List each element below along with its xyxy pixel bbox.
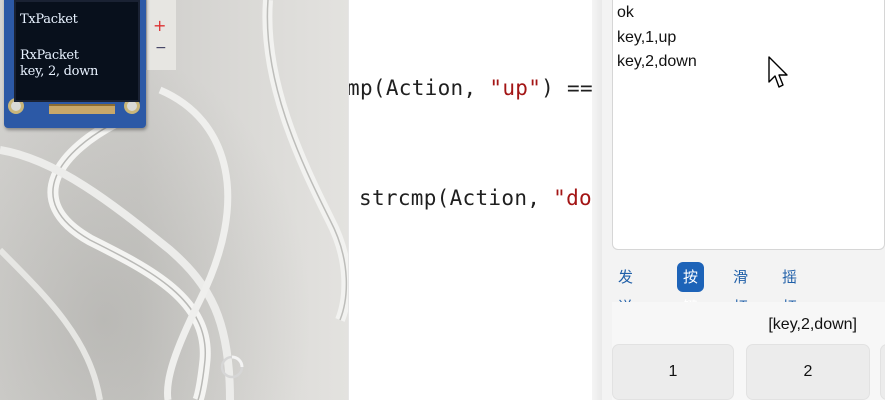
- code-text: mp(Action,: [348, 76, 490, 100]
- oled-screen: TxPacket RxPacket key, 2, down: [14, 0, 140, 102]
- code-line-up: mp(Action, "up") ==: [348, 76, 593, 100]
- receive-area[interactable]: ok key,1,up key,2,down: [612, 0, 885, 250]
- oled-line-rx: RxPacket: [20, 48, 79, 63]
- oled-flex-strip: [49, 104, 115, 114]
- oled-line-data: key, 2, down: [20, 64, 99, 79]
- code-string: "do: [553, 186, 592, 210]
- serial-assistant-panel: ok key,1,up key,2,down 发送区 按键 滑杆 摇杆 [key…: [602, 0, 885, 400]
- code-editor[interactable]: mp(Action, "up") == strcmp(Action, "do: [348, 0, 602, 400]
- tab-keys[interactable]: 按键: [677, 262, 705, 316]
- key-button-3-partial[interactable]: [880, 344, 885, 400]
- key-status-display: [key,2,down]: [768, 316, 857, 333]
- rx-line: key,1,up: [617, 29, 677, 46]
- rx-line: key,2,down: [617, 53, 697, 70]
- code-text: strcmp(Action,: [359, 186, 554, 210]
- oled-line-tx: TxPacket: [20, 12, 78, 27]
- editor-scrollbar[interactable]: [592, 0, 602, 400]
- mouse-cursor-icon: [768, 56, 788, 88]
- tab-send-area[interactable]: 发送区: [612, 262, 639, 346]
- camera-photo: + − TxPacket RxPacket key, 2, down: [0, 0, 348, 400]
- code-text: ) ==: [541, 76, 593, 100]
- tab-slider[interactable]: 滑杆: [727, 262, 754, 316]
- key-panel: [key,2,down] 1 2: [612, 302, 885, 400]
- code-line-down: strcmp(Action, "do: [359, 186, 592, 210]
- tab-joystick[interactable]: 摇杆: [776, 262, 803, 316]
- loading-spinner-icon: [220, 355, 244, 379]
- rx-line: ok: [617, 4, 634, 21]
- code-string: "up": [489, 76, 542, 100]
- oled-module: TxPacket RxPacket key, 2, down: [4, 0, 146, 128]
- key-button-1[interactable]: 1: [612, 344, 734, 400]
- key-button-2[interactable]: 2: [746, 344, 870, 400]
